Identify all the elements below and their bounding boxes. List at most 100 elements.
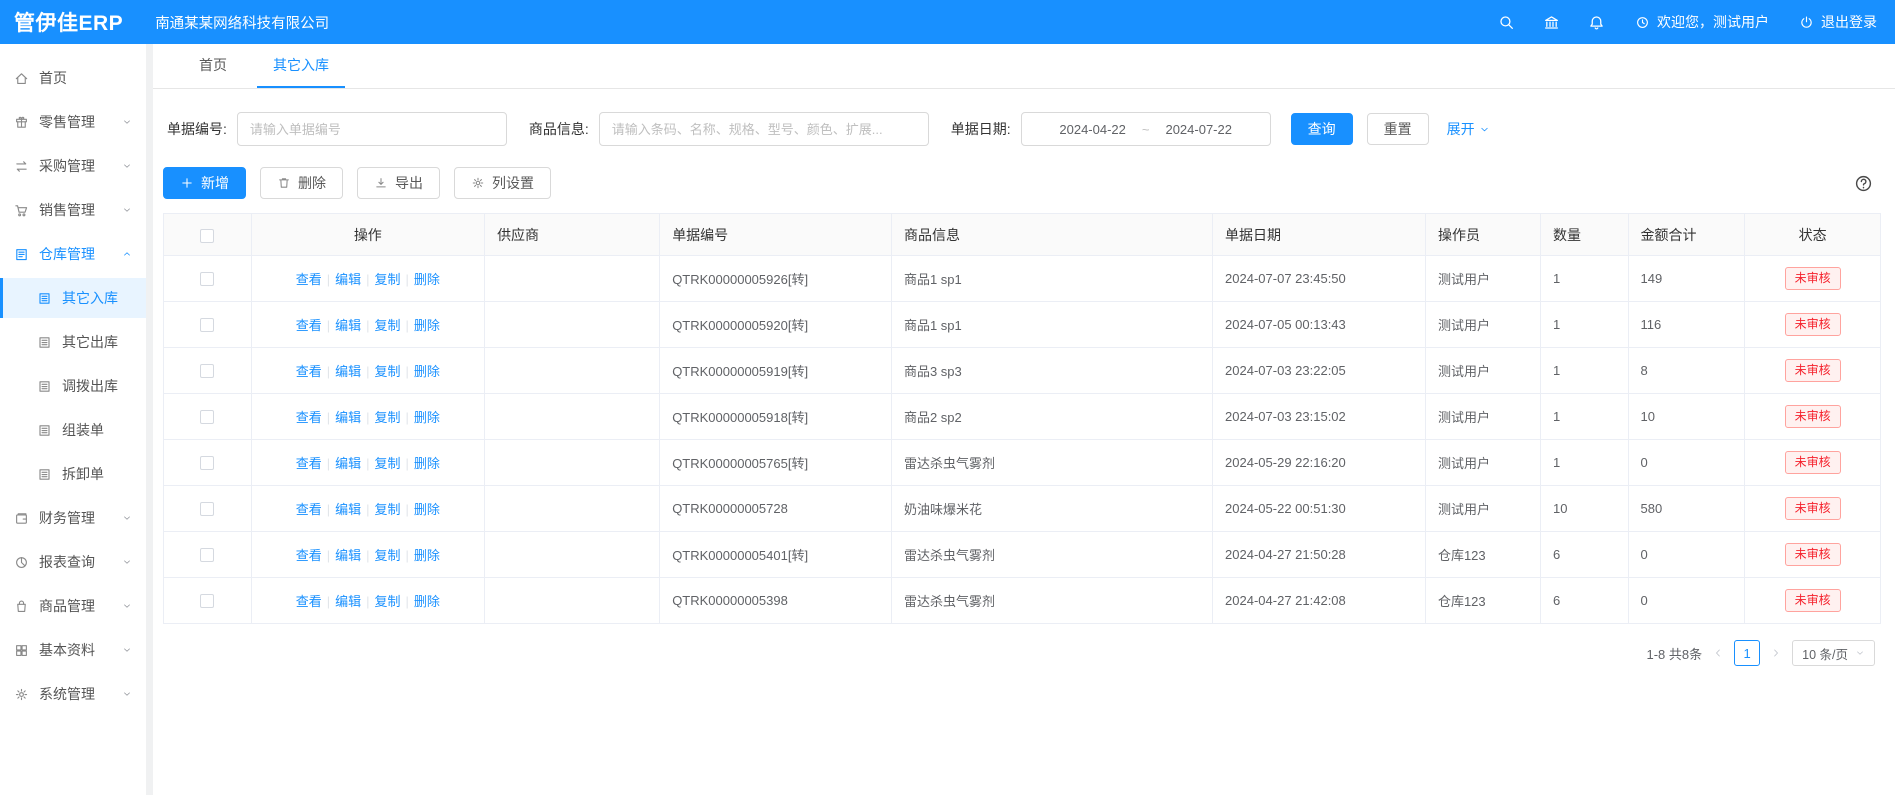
status-badge: 未审核: [1785, 497, 1841, 521]
export-button[interactable]: 导出: [357, 167, 440, 199]
sidebar-item-sales[interactable]: 销售管理: [0, 190, 146, 230]
column-settings-button[interactable]: 列设置: [454, 167, 551, 199]
table-row: 查看|编辑|复制|删除QTRK00000005918[转]商品2 sp22024…: [164, 394, 1881, 440]
link-separator: |: [366, 456, 369, 471]
row-action-delete[interactable]: 删除: [414, 272, 440, 287]
cell-supplier: [485, 302, 660, 348]
sidebar-item-assembly[interactable]: 组装单: [0, 410, 146, 450]
row-action-edit[interactable]: 编辑: [335, 318, 361, 333]
row-action-view[interactable]: 查看: [296, 594, 322, 609]
next-page-button[interactable]: [1770, 647, 1782, 659]
row-action-edit[interactable]: 编辑: [335, 410, 361, 425]
row-checkbox[interactable]: [200, 410, 214, 424]
expand-link[interactable]: 展开: [1447, 119, 1490, 139]
row-action-copy[interactable]: 复制: [375, 364, 401, 379]
sidebar-item-finance[interactable]: 财务管理: [0, 498, 146, 538]
cell-date: 2024-05-29 22:16:20: [1213, 440, 1426, 486]
main-area: 首页其它入库 单据编号: 商品信息: 单据日期: 2024-04-22 ~ 20…: [153, 44, 1895, 795]
row-action-delete[interactable]: 删除: [414, 456, 440, 471]
sidebar-item-label: 财务管理: [39, 508, 95, 528]
sidebar-item-purchase[interactable]: 采购管理: [0, 146, 146, 186]
row-action-view[interactable]: 查看: [296, 272, 322, 287]
sidebar-item-basic[interactable]: 基本资料: [0, 630, 146, 670]
link-separator: |: [366, 502, 369, 517]
row-action-copy[interactable]: 复制: [375, 456, 401, 471]
app-window: 管伊佳ERP 南通某某网络科技有限公司 欢迎您，测试用户 退出登录 首页零售管理…: [0, 0, 1895, 795]
row-action-delete[interactable]: 删除: [414, 502, 440, 517]
sidebar-item-retail[interactable]: 零售管理: [0, 102, 146, 142]
delete-button[interactable]: 删除: [260, 167, 343, 199]
sidebar-item-disassembly[interactable]: 拆卸单: [0, 454, 146, 494]
page-content: 单据编号: 商品信息: 单据日期: 2024-04-22 ~ 2024-07-2…: [153, 89, 1895, 795]
row-checkbox[interactable]: [200, 594, 214, 608]
row-action-copy[interactable]: 复制: [375, 318, 401, 333]
prev-page-button[interactable]: [1712, 647, 1724, 659]
cell-doc-no: QTRK00000005398: [660, 578, 892, 624]
sidebar-item-reports[interactable]: 报表查询: [0, 542, 146, 582]
link-separator: |: [327, 364, 330, 379]
row-action-edit[interactable]: 编辑: [335, 594, 361, 609]
chevron-down-icon: [122, 513, 132, 523]
row-action-copy[interactable]: 复制: [375, 502, 401, 517]
help-icon[interactable]: [1854, 174, 1873, 193]
row-action-delete[interactable]: 删除: [414, 364, 440, 379]
select-all-checkbox[interactable]: [200, 229, 214, 243]
sidebar-item-transfer-out[interactable]: 调拨出库: [0, 366, 146, 406]
sidebar-item-other-outbound[interactable]: 其它出库: [0, 322, 146, 362]
tab-1[interactable]: 其它入库: [257, 44, 345, 88]
row-checkbox[interactable]: [200, 548, 214, 562]
row-checkbox[interactable]: [200, 364, 214, 378]
bell-icon[interactable]: [1588, 14, 1605, 31]
cell-product: 商品1 sp1: [891, 302, 1212, 348]
row-action-edit[interactable]: 编辑: [335, 364, 361, 379]
row-action-edit[interactable]: 编辑: [335, 502, 361, 517]
plus-icon: [180, 176, 194, 190]
goods-icon: [14, 599, 29, 614]
cell-qty: 10: [1540, 486, 1628, 532]
add-button[interactable]: 新增: [163, 167, 246, 199]
row-action-edit[interactable]: 编辑: [335, 272, 361, 287]
sidebar-item-system[interactable]: 系统管理: [0, 674, 146, 714]
sidebar-item-label: 销售管理: [39, 200, 95, 220]
logout-button[interactable]: 退出登录: [1799, 12, 1877, 32]
doc-no-input[interactable]: [237, 112, 507, 146]
sidebar-item-other-inbound[interactable]: 其它入库: [0, 278, 146, 318]
tab-0[interactable]: 首页: [183, 44, 243, 88]
sidebar-item-home[interactable]: 首页: [0, 58, 146, 98]
row-action-view[interactable]: 查看: [296, 456, 322, 471]
row-action-view[interactable]: 查看: [296, 502, 322, 517]
date-range-picker[interactable]: 2024-04-22 ~ 2024-07-22: [1021, 112, 1271, 146]
row-action-copy[interactable]: 复制: [375, 548, 401, 563]
sidebar-item-goods[interactable]: 商品管理: [0, 586, 146, 626]
row-action-view[interactable]: 查看: [296, 548, 322, 563]
row-action-edit[interactable]: 编辑: [335, 548, 361, 563]
table-row: 查看|编辑|复制|删除QTRK00000005401[转]雷达杀虫气雾剂2024…: [164, 532, 1881, 578]
row-action-copy[interactable]: 复制: [375, 594, 401, 609]
row-action-delete[interactable]: 删除: [414, 594, 440, 609]
row-action-copy[interactable]: 复制: [375, 410, 401, 425]
page-size-select[interactable]: 10 条/页: [1792, 640, 1875, 666]
bank-icon[interactable]: [1543, 14, 1560, 31]
row-checkbox[interactable]: [200, 502, 214, 516]
row-action-view[interactable]: 查看: [296, 318, 322, 333]
cell-product: 商品1 sp1: [891, 256, 1212, 302]
pagination: 1-8 共8条 1 10 条/页: [163, 640, 1881, 666]
user-menu[interactable]: 欢迎您，测试用户: [1635, 12, 1769, 32]
product-input[interactable]: [599, 112, 929, 146]
row-action-delete[interactable]: 删除: [414, 548, 440, 563]
row-checkbox[interactable]: [200, 272, 214, 286]
row-checkbox[interactable]: [200, 456, 214, 470]
search-button[interactable]: 查询: [1291, 113, 1353, 145]
reset-button[interactable]: 重置: [1367, 113, 1429, 145]
app-logo[interactable]: 管伊佳ERP: [14, 7, 123, 37]
row-checkbox[interactable]: [200, 318, 214, 332]
sidebar-item-warehouse[interactable]: 仓库管理: [0, 234, 146, 274]
search-icon[interactable]: [1498, 14, 1515, 31]
row-action-edit[interactable]: 编辑: [335, 456, 361, 471]
row-action-delete[interactable]: 删除: [414, 410, 440, 425]
row-action-view[interactable]: 查看: [296, 410, 322, 425]
page-number-button[interactable]: 1: [1734, 640, 1760, 666]
row-action-view[interactable]: 查看: [296, 364, 322, 379]
row-action-copy[interactable]: 复制: [375, 272, 401, 287]
row-action-delete[interactable]: 删除: [414, 318, 440, 333]
